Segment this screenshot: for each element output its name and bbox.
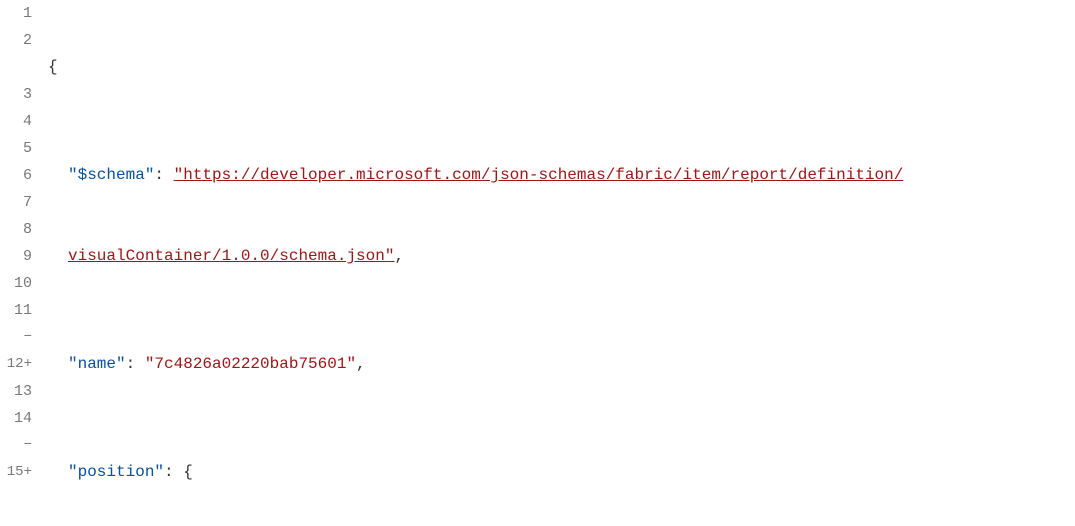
- diff-added-marker[interactable]: 12+: [0, 351, 32, 378]
- diff-added-marker[interactable]: 15+: [0, 459, 32, 486]
- line-number[interactable]: 4: [0, 108, 32, 135]
- line-number[interactable]: 14: [0, 405, 32, 432]
- code-content[interactable]: { "$schema": "https://developer.microsof…: [42, 0, 1075, 526]
- line-number[interactable]: 1: [0, 0, 32, 27]
- code-line: "name": "7c4826a02220bab75601",: [42, 351, 1075, 378]
- diff-editor: 1 2 · 3 4 5 6 7 8 9 10 11 − 12+ 13 14 − …: [0, 0, 1075, 526]
- code-line: "$schema": "https://developer.microsoft.…: [42, 162, 1075, 189]
- line-number[interactable]: 6: [0, 162, 32, 189]
- line-number[interactable]: 7: [0, 189, 32, 216]
- line-number[interactable]: 5: [0, 135, 32, 162]
- diff-deleted-marker[interactable]: −: [0, 432, 32, 459]
- line-number[interactable]: 9: [0, 243, 32, 270]
- line-number[interactable]: 13: [0, 378, 32, 405]
- line-number[interactable]: 10: [0, 270, 32, 297]
- line-number[interactable]: 11: [0, 297, 32, 324]
- line-number[interactable]: 2: [0, 27, 32, 54]
- code-line: {: [42, 54, 1075, 81]
- code-line-wrap: visualContainer/1.0.0/schema.json",: [42, 243, 1075, 270]
- line-number[interactable]: 8: [0, 216, 32, 243]
- code-line: "position": {: [42, 459, 1075, 486]
- diff-deleted-marker[interactable]: −: [0, 324, 32, 351]
- line-number-gutter: 1 2 · 3 4 5 6 7 8 9 10 11 − 12+ 13 14 − …: [0, 0, 42, 526]
- line-number[interactable]: 3: [0, 81, 32, 108]
